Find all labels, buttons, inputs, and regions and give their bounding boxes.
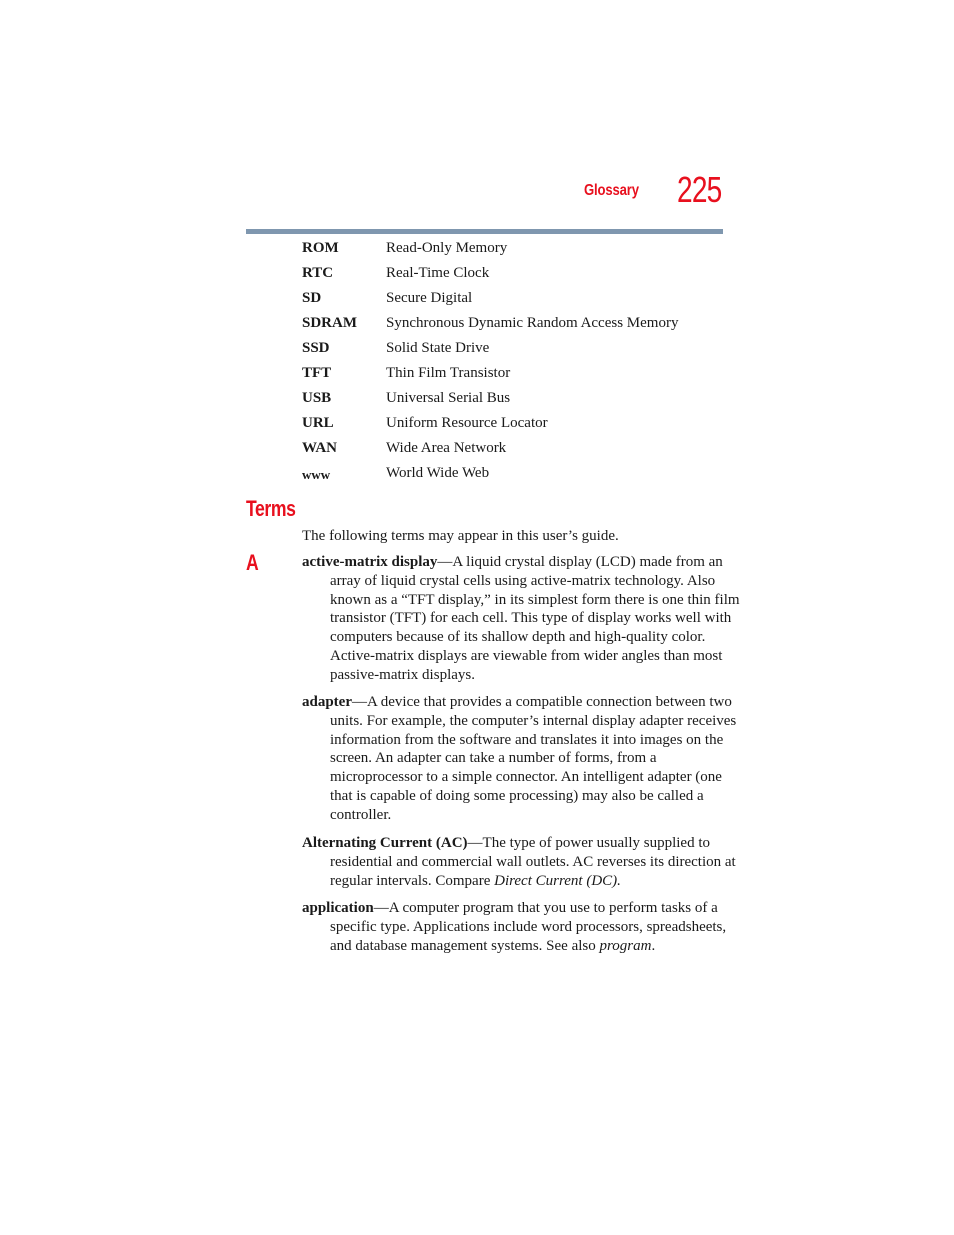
abbreviation-definition: World Wide Web xyxy=(386,465,490,481)
entry-text: —The type of power usually supplied to xyxy=(467,835,710,851)
abbreviation-term: SDRAM xyxy=(302,315,357,331)
cross-reference: Direct Current (DC) xyxy=(494,872,618,889)
entry-text: transistor (TFT) for each cell. This typ… xyxy=(330,610,732,627)
entry-text: microprocessor to a simple connector. An… xyxy=(330,769,722,786)
entry-text: array of liquid crystal cells using acti… xyxy=(330,572,716,589)
glossary-entry: adapter—A device that provides a compati… xyxy=(302,693,737,825)
header-section-title: Glossary xyxy=(584,182,639,199)
entry-text: controller. xyxy=(330,806,392,823)
abbreviation-term: TFT xyxy=(302,365,332,381)
header-divider xyxy=(246,229,723,234)
entry-text: known as a “TFT display,” in its simples… xyxy=(330,591,740,608)
entry-text: Active-matrix displays are viewable from… xyxy=(330,647,723,664)
glossary-entry: application—A computer program that you … xyxy=(302,899,727,955)
entry-text: . xyxy=(617,872,621,889)
abbreviation-term: WAN xyxy=(302,440,338,456)
abbreviation-term: www xyxy=(302,467,331,482)
abbreviation-term: ROM xyxy=(302,240,339,256)
abbreviation-term: RTC xyxy=(302,265,334,281)
entry-text: information from the software and transl… xyxy=(330,731,724,748)
abbreviation-definition: Solid State Drive xyxy=(386,340,490,356)
abbreviation-term: SD xyxy=(302,290,322,306)
cross-reference: program xyxy=(599,937,652,954)
terms-heading: Terms xyxy=(246,496,296,521)
entry-term: application xyxy=(302,900,374,916)
abbreviation-definition: Uniform Resource Locator xyxy=(386,415,548,431)
entry-text: screen. An adapter can take a number of … xyxy=(330,750,657,767)
entry-text: specific type. Applications include word… xyxy=(330,918,727,935)
terms-intro: The following terms may appear in this u… xyxy=(302,528,619,544)
entry-text: residential and commercial wall outlets.… xyxy=(330,853,736,870)
entry-term: adapter xyxy=(302,694,352,710)
glossary-entry: Alternating Current (AC)—The type of pow… xyxy=(302,834,736,890)
entry-text: computers because of its shallow depth a… xyxy=(330,629,706,646)
abbreviation-term: SSD xyxy=(302,340,330,356)
abbreviation-term: USB xyxy=(302,390,332,406)
abbreviation-definition: Real-Time Clock xyxy=(386,265,490,281)
alphabet-letter-marker: A xyxy=(246,550,259,575)
entry-text: and database management systems. See als… xyxy=(330,937,600,954)
entry-text: —A liquid crystal display (LCD) made fro… xyxy=(437,554,723,570)
page-number: 225 xyxy=(677,169,722,210)
abbreviation-definition: Secure Digital xyxy=(386,290,473,306)
abbreviation-definition: Synchronous Dynamic Random Access Memory xyxy=(386,315,679,331)
entry-term: active-matrix display xyxy=(302,554,438,570)
abbreviation-term: URL xyxy=(302,415,334,431)
entry-text: that is capable of doing some processing… xyxy=(330,787,704,804)
entry-text: —A computer program that you use to perf… xyxy=(373,900,718,916)
entry-text: passive-matrix displays. xyxy=(330,666,475,683)
entry-text: —A device that provides a compatible con… xyxy=(352,694,732,710)
entry-text: . xyxy=(651,937,656,954)
abbreviation-definition: Thin Film Transistor xyxy=(386,365,511,381)
glossary-entry: active-matrix display—A liquid crystal d… xyxy=(302,553,740,685)
abbreviation-definition: Universal Serial Bus xyxy=(386,390,511,406)
entry-text: units. For example, the computer’s inter… xyxy=(330,712,737,729)
abbreviation-definition: Read-Only Memory xyxy=(386,240,508,256)
entry-term: Alternating Current (AC) xyxy=(302,835,468,851)
entry-text: regular intervals. Compare xyxy=(330,872,495,889)
abbreviation-definition: Wide Area Network xyxy=(386,440,507,456)
